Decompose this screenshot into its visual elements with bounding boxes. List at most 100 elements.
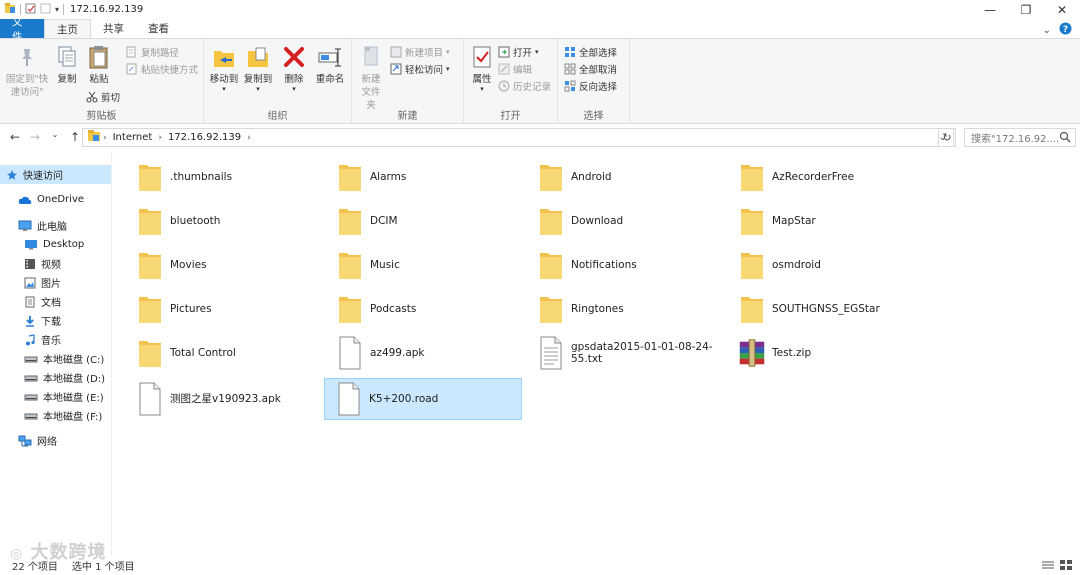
file-item[interactable]: 测图之星v190923.apk: [126, 378, 324, 420]
copy-to-button[interactable]: 复制到 ▾: [242, 43, 274, 93]
maximize-button[interactable]: ❐: [1008, 0, 1044, 19]
rename-button[interactable]: 重命名: [312, 43, 348, 86]
folder-item[interactable]: Pictures: [126, 288, 324, 330]
select-none-button[interactable]: 全部取消: [564, 61, 617, 77]
move-to-button[interactable]: 移动到 ▾: [208, 43, 240, 93]
chevron-down-icon[interactable]: ⌄: [1043, 25, 1051, 36]
cut-button[interactable]: 剪切: [86, 89, 120, 105]
tab-file[interactable]: 文件: [0, 16, 44, 43]
folder-item[interactable]: Android: [527, 156, 725, 198]
invert-selection-button[interactable]: 反向选择: [564, 78, 617, 94]
folder-item[interactable]: Total Control: [126, 332, 324, 374]
easy-access-button[interactable]: 轻松访问 ▾: [390, 61, 450, 77]
scissors-icon: [86, 91, 98, 103]
nav-item[interactable]: 快速访问: [0, 165, 111, 184]
easy-access-label: 轻松访问: [405, 65, 444, 76]
file-item[interactable]: az499.apk: [326, 332, 524, 374]
folder-item[interactable]: Music: [326, 244, 524, 286]
paste-label: 粘贴: [89, 74, 109, 85]
history-button[interactable]: 历史记录: [498, 78, 551, 94]
select-group-label: 选择: [583, 111, 604, 122]
edit-button[interactable]: 编辑: [498, 61, 532, 77]
new-item-button[interactable]: 新建项目 ▾: [390, 44, 450, 60]
nav-item-label: 图片: [41, 279, 61, 290]
folder-item[interactable]: DCIM: [326, 200, 524, 242]
organize-group: 移动到 ▾ 复制到 ▾ 删除 ▾ 重命名 组织: [204, 39, 352, 125]
refresh-button[interactable]: ↻: [938, 128, 956, 147]
file-name: bluetooth: [170, 215, 221, 227]
nav-item[interactable]: 本地磁盘 (F:): [0, 406, 102, 425]
file-name: Music: [370, 259, 400, 271]
large-icons-view-icon[interactable]: [1060, 560, 1072, 573]
folder-item[interactable]: Movies: [126, 244, 324, 286]
folder-item[interactable]: Alarms: [326, 156, 524, 198]
tab-share[interactable]: 共享: [91, 19, 136, 38]
copy-path-icon: [126, 46, 138, 58]
nav-item[interactable]: 下载: [0, 311, 61, 330]
minimize-button[interactable]: —: [972, 0, 1008, 19]
nav-item[interactable]: 网络: [0, 431, 57, 450]
folder-item[interactable]: .thumbnails: [126, 156, 324, 198]
nav-item[interactable]: 本地磁盘 (C:): [0, 349, 104, 368]
nav-item[interactable]: Desktop: [0, 235, 84, 254]
new-folder-button[interactable]: 新建文件夹: [356, 43, 386, 112]
folder-item[interactable]: Podcasts: [326, 288, 524, 330]
properties-button[interactable]: 属性 ▾: [468, 43, 496, 93]
details-view-icon[interactable]: [1042, 560, 1054, 573]
computer-icon: [18, 220, 32, 232]
nav-item[interactable]: 音乐: [0, 330, 61, 349]
folder-item[interactable]: Download: [527, 200, 725, 242]
new-folder-icon[interactable]: [40, 3, 51, 17]
network-location-icon: [87, 129, 101, 146]
watermark-text: 大数跨境: [30, 542, 107, 563]
help-icon[interactable]: ?: [1059, 22, 1072, 38]
folder-item[interactable]: osmdroid: [728, 244, 926, 286]
paste-button[interactable]: 粘贴: [84, 43, 114, 86]
folder-item[interactable]: Ringtones: [527, 288, 725, 330]
address-bar[interactable]: › Internet › 172.16.92.139 › ⌄: [82, 128, 954, 147]
back-icon[interactable]: ←: [6, 130, 24, 144]
folder-item[interactable]: AzRecorderFree: [728, 156, 926, 198]
tab-view[interactable]: 查看: [136, 19, 181, 38]
folder-icon: [736, 203, 768, 239]
delete-button[interactable]: 删除 ▾: [280, 43, 308, 93]
nav-item[interactable]: 文档: [0, 292, 61, 311]
nav-item[interactable]: OneDrive: [0, 190, 84, 209]
select-all-label: 全部选择: [579, 48, 618, 59]
forward-icon[interactable]: →: [26, 130, 44, 144]
close-button[interactable]: ✕: [1044, 0, 1080, 19]
file-item[interactable]: Test.zip: [728, 332, 926, 374]
folder-item[interactable]: bluetooth: [126, 200, 324, 242]
chevron-down-icon: ▾: [480, 85, 484, 93]
recent-locations-icon[interactable]: ⌄: [46, 130, 64, 144]
history-icon: [498, 80, 510, 92]
nav-item[interactable]: 此电脑: [0, 216, 67, 235]
select-all-button[interactable]: 全部选择: [564, 44, 617, 60]
new-item-label: 新建项目: [405, 48, 444, 59]
tab-home[interactable]: 主页: [44, 19, 91, 38]
nav-item[interactable]: 图片: [0, 273, 61, 292]
nav-item-label: 下载: [41, 317, 61, 328]
nav-item[interactable]: 本地磁盘 (D:): [0, 368, 105, 387]
file-item[interactable]: K5+200.road: [324, 378, 522, 420]
history-label: 历史记录: [513, 82, 552, 93]
search-input[interactable]: 搜索"172.16.92....: [964, 128, 1076, 147]
folder-item[interactable]: Notifications: [527, 244, 725, 286]
music-icon: [24, 333, 36, 346]
breadcrumb-internet[interactable]: Internet: [113, 132, 153, 143]
copy-button[interactable]: 复制: [52, 43, 82, 86]
file-name: Notifications: [571, 259, 637, 271]
nav-item[interactable]: 视频: [0, 254, 61, 273]
select-all-icon: [564, 46, 576, 58]
folder-item[interactable]: SOUTHGNSS_EGStar: [728, 288, 926, 330]
folder-item[interactable]: MapStar: [728, 200, 926, 242]
open-button[interactable]: 打开 ▾: [498, 44, 539, 60]
customize-dropdown-icon[interactable]: ▾: [55, 5, 59, 14]
pin-to-quick-access-button[interactable]: 固定到"快速访问": [2, 43, 52, 99]
breadcrumb-host[interactable]: 172.16.92.139: [168, 132, 241, 143]
file-item[interactable]: gpsdata2015-01-01-08-24-55.txt: [527, 332, 725, 374]
copy-path-button[interactable]: 复制路径: [126, 44, 179, 60]
paste-shortcut-button[interactable]: 粘贴快捷方式: [126, 61, 198, 77]
file-name: AzRecorderFree: [772, 171, 855, 183]
nav-item[interactable]: 本地磁盘 (E:): [0, 387, 104, 406]
